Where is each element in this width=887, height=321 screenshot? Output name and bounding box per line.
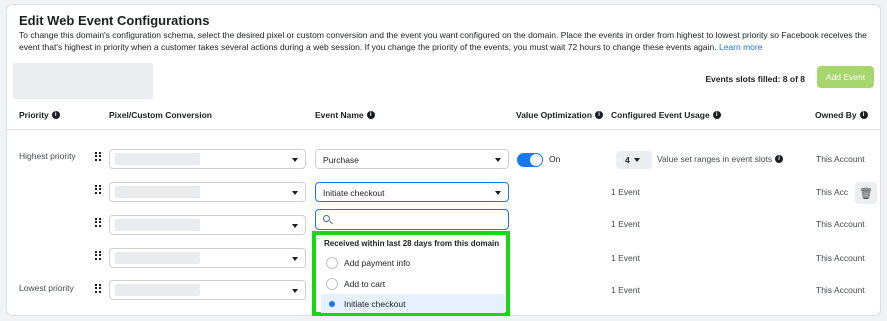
column-pixel: Pixel/Custom Conversion (109, 110, 212, 120)
chevron-down-icon (495, 158, 501, 162)
pixel-select[interactable] (109, 149, 306, 169)
owner-label: This Acc (816, 187, 849, 197)
page-description: To change this domain's configuration sc… (19, 30, 867, 52)
chevron-down-icon (292, 257, 298, 261)
drag-handle-icon[interactable] (95, 152, 101, 161)
dropdown-option[interactable]: Add to cart (321, 274, 505, 293)
column-value-optimization: Value Optimization i (516, 110, 604, 120)
info-icon[interactable]: i (712, 111, 721, 119)
drag-handle-icon[interactable] (95, 185, 101, 194)
page-title: Edit Web Event Configurations (19, 13, 210, 28)
chevron-down-icon (292, 191, 298, 195)
owner-label: This Account (816, 285, 865, 295)
domain-placeholder (13, 63, 153, 99)
drag-handle-icon[interactable] (95, 218, 101, 227)
usage-text: Value set ranges in event slots i (657, 154, 784, 164)
search-icon (323, 215, 330, 222)
radio-icon (326, 277, 338, 290)
dropdown-section-label: Received within last 28 days from this d… (324, 239, 500, 248)
event-dropdown-menu: Received within last 28 days from this d… (312, 231, 510, 316)
chevron-down-icon (495, 191, 501, 195)
dropdown-option-selected[interactable]: Initiate checkout (321, 294, 505, 313)
trash-icon[interactable]: 🗑 (855, 182, 877, 204)
pixel-select[interactable] (109, 280, 306, 300)
add-event-button[interactable]: Add Event (817, 66, 874, 88)
usage-text: 1 Event (611, 285, 640, 295)
drag-handle-icon[interactable] (95, 251, 101, 260)
info-icon[interactable]: i (366, 111, 375, 119)
pixel-select[interactable] (109, 182, 306, 202)
header-divider (7, 129, 880, 130)
learn-more-link[interactable]: Learn more (719, 42, 762, 52)
pixel-select[interactable] (109, 248, 306, 268)
chevron-down-icon (292, 289, 298, 293)
priority-label: Lowest priority (19, 283, 74, 293)
owner-label: This Account (816, 219, 865, 229)
chevron-down-icon (292, 158, 298, 162)
chevron-down-icon (292, 224, 298, 228)
event-name-select[interactable]: Initiate checkout (315, 182, 509, 202)
value-optimization-toggle[interactable] (517, 153, 543, 167)
info-icon[interactable]: i (859, 111, 868, 119)
usage-text: 1 Event (611, 253, 640, 263)
usage-text: 1 Event (611, 187, 640, 197)
info-icon[interactable]: i (51, 111, 60, 119)
radio-icon (326, 256, 338, 269)
info-icon[interactable]: i (775, 155, 784, 163)
event-config-card: Edit Web Event Configurations To change … (6, 4, 881, 316)
column-owned-by: Owned By i (815, 110, 868, 120)
owner-label: This Account (816, 253, 865, 263)
dropdown-option[interactable]: Add payment info (321, 253, 505, 272)
event-search-input[interactable] (315, 209, 509, 230)
column-event-name: Event Name i (315, 110, 375, 120)
owner-label: This Account (816, 154, 865, 164)
drag-handle-icon[interactable] (95, 284, 101, 293)
event-name-select[interactable]: Purchase (315, 149, 509, 169)
chevron-down-icon (633, 158, 640, 162)
column-priority: Priority i (19, 110, 60, 120)
pixel-select[interactable] (109, 215, 306, 235)
info-icon[interactable]: i (595, 111, 604, 119)
priority-label: Highest priority (19, 151, 76, 161)
usage-count-select[interactable]: 4 (616, 151, 652, 169)
column-configured-usage: Configured Event Usage i (611, 110, 721, 120)
toggle-label: On (549, 154, 561, 164)
slots-status: Events slots filled: 8 of 8 (705, 74, 805, 84)
usage-text: 1 Event (611, 219, 640, 229)
radio-selected-icon (326, 298, 338, 310)
